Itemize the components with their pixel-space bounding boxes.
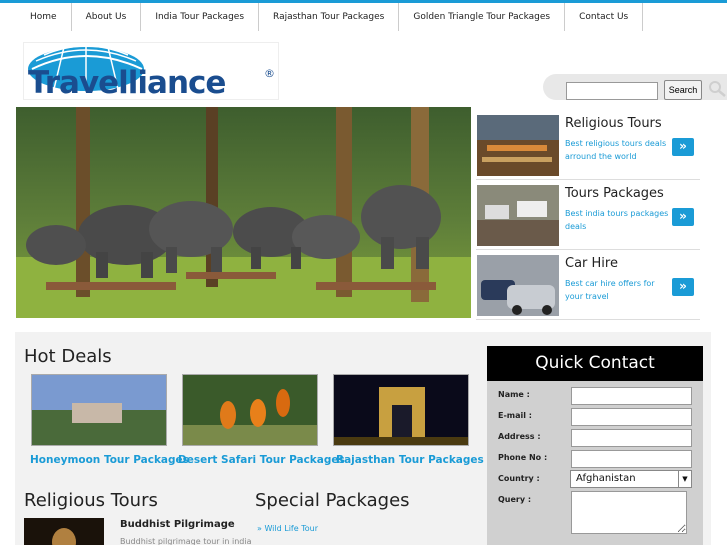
query-label: Query : — [498, 495, 532, 504]
query-textarea[interactable] — [571, 491, 687, 534]
page: Home About Us India Tour Packages Rajast… — [0, 0, 727, 545]
registered-mark: ® — [264, 67, 275, 80]
country-select[interactable]: Afghanistan ▼ — [570, 470, 692, 488]
hero-elephants-image — [16, 107, 471, 318]
buddhist-pilgrimage-title[interactable]: Buddhist Pilgrimage — [120, 519, 235, 530]
phone-label: Phone No : — [498, 453, 548, 462]
double-chevron-right-icon[interactable]: » — [672, 278, 694, 296]
nav-about-us[interactable]: About Us — [71, 3, 142, 31]
main-nav: Home About Us India Tour Packages Rajast… — [0, 3, 644, 31]
name-field[interactable] — [571, 387, 692, 405]
nav-india-tour-packages[interactable]: India Tour Packages — [141, 3, 260, 31]
desert-safari-tour-packages-link[interactable]: Desert Safari Tour Packages — [178, 454, 345, 466]
rajasthan-deal-image[interactable] — [333, 374, 469, 446]
country-value: Afghanistan — [576, 473, 636, 484]
promo-desc: Best car hire offers for your travel — [565, 279, 655, 301]
promo-desc: Best religious tours deals arround the w… — [565, 139, 667, 161]
hot-deals-heading: Hot Deals — [24, 346, 112, 367]
name-label: Name : — [498, 390, 530, 399]
search-input[interactable] — [566, 82, 658, 100]
address-label: Address : — [498, 432, 541, 441]
promo-tours-packages[interactable]: Tours Packages Best india tours packages… — [476, 180, 700, 250]
email-label: E-mail : — [498, 411, 532, 420]
nav-golden-triangle-tour-packages[interactable]: Golden Triangle Tour Packages — [399, 3, 566, 31]
promo-desc: Best india tours packages deals — [565, 209, 669, 231]
double-chevron-right-icon[interactable]: » — [672, 208, 694, 226]
elephants-illustration — [16, 107, 471, 318]
country-label: Country : — [498, 474, 540, 483]
dropdown-arrow-icon[interactable]: ▼ — [678, 471, 691, 487]
magnifier-icon — [709, 81, 726, 97]
desert-safari-deal-image[interactable] — [182, 374, 318, 446]
promo-religious-tours[interactable]: Religious Tours Best religious tours dea… — [476, 110, 700, 180]
search-button[interactable]: Search — [664, 80, 702, 100]
special-packages-heading: Special Packages — [255, 490, 410, 511]
travelliance-logo[interactable]: Travelliance ® — [23, 42, 279, 100]
tours-packages-thumb — [477, 185, 559, 246]
rajasthan-tour-packages-link[interactable]: Rajasthan Tour Packages — [336, 454, 484, 466]
logo-text: Travelliance — [28, 65, 226, 100]
honeymoon-tour-packages-link[interactable]: Honeymoon Tour Packages — [30, 454, 189, 466]
buddhist-pilgrimage-image[interactable] — [24, 518, 104, 545]
promo-title: Religious Tours — [565, 116, 662, 131]
double-chevron-right-icon[interactable]: » — [672, 138, 694, 156]
religious-tours-heading: Religious Tours — [24, 490, 158, 511]
religious-tours-thumb — [477, 115, 559, 176]
buddhist-pilgrimage-desc: Buddhist pilgrimage tour in india — [120, 537, 252, 545]
nav-home[interactable]: Home — [0, 3, 72, 31]
email-field[interactable] — [571, 408, 692, 426]
car-hire-thumb — [477, 255, 559, 316]
phone-field[interactable] — [571, 450, 692, 468]
honeymoon-deal-image[interactable] — [31, 374, 167, 446]
wild-life-tour-link[interactable]: » Wild Life Tour — [257, 524, 318, 533]
nav-rajasthan-tour-packages[interactable]: Rajasthan Tour Packages — [259, 3, 400, 31]
address-field[interactable] — [571, 429, 692, 447]
promo-title: Tours Packages — [565, 186, 664, 201]
quick-contact-title: Quick Contact — [487, 346, 703, 381]
nav-contact-us[interactable]: Contact Us — [565, 3, 644, 31]
promo-title: Car Hire — [565, 256, 618, 271]
promo-car-hire[interactable]: Car Hire Best car hire offers for your t… — [476, 250, 700, 320]
